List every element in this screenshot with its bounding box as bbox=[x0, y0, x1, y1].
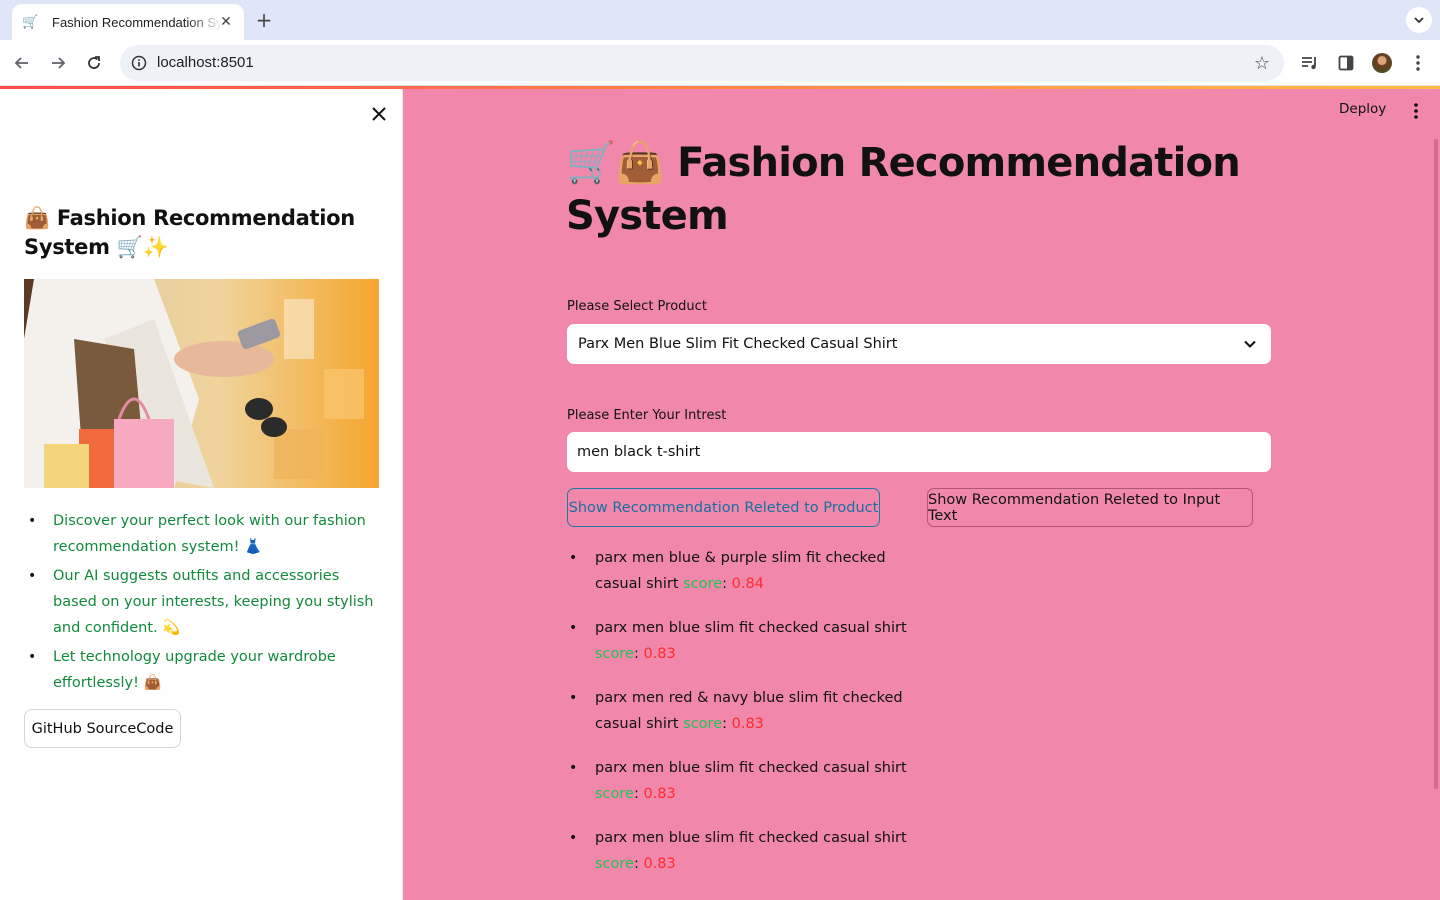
url-text: localhost:8501 bbox=[157, 54, 254, 71]
site-info-icon[interactable] bbox=[130, 54, 148, 72]
score-value: 0.83 bbox=[731, 716, 764, 732]
product-select-value: Parx Men Blue Slim Fit Checked Casual Sh… bbox=[578, 336, 898, 352]
tab-search-icon[interactable] bbox=[1406, 7, 1432, 33]
score-label: score bbox=[595, 646, 634, 662]
sidebar-bullet: Our AI suggests outfits and accessories … bbox=[24, 563, 384, 641]
score-label: score bbox=[683, 716, 723, 732]
score-value: 0.83 bbox=[643, 856, 676, 872]
back-icon[interactable] bbox=[10, 51, 34, 75]
sidebar-title: 👜 Fashion Recommendation System 🛒✨ bbox=[24, 206, 355, 259]
product-select[interactable]: Parx Men Blue Slim Fit Checked Casual Sh… bbox=[567, 324, 1271, 364]
score-value: 0.83 bbox=[643, 786, 676, 802]
interest-input-label: Please Enter Your Intrest bbox=[567, 408, 727, 423]
list-item: parx men blue slim fit checked casual sh… bbox=[567, 825, 927, 877]
browser-toolbar: localhost:8501 ☆ bbox=[0, 40, 1440, 86]
list-item: parx men red & navy blue slim fit checke… bbox=[567, 685, 927, 737]
result-name: parx men blue slim fit checked casual sh… bbox=[595, 620, 907, 636]
close-sidebar-icon[interactable] bbox=[368, 103, 390, 125]
shopping-woman-image bbox=[24, 279, 379, 488]
score-value: 0.83 bbox=[643, 646, 676, 662]
score-label: score bbox=[595, 856, 634, 872]
new-tab-icon[interactable]: + bbox=[252, 8, 276, 32]
tab-title: Fashion Recommendation System bbox=[52, 14, 222, 30]
github-source-button[interactable]: GitHub SourceCode bbox=[24, 709, 181, 748]
close-tab-icon[interactable]: ✕ bbox=[216, 12, 236, 32]
score-value: 0.84 bbox=[731, 576, 764, 592]
page-title: 🛒👜 Fashion Recommendation System bbox=[566, 140, 1241, 239]
scrollbar[interactable] bbox=[1434, 139, 1438, 789]
main-content: Deploy 🛒👜 Fashion Recommendation System … bbox=[403, 89, 1440, 900]
result-name: parx men blue slim fit checked casual sh… bbox=[595, 760, 907, 776]
sidebar: 👜 Fashion Recommendation System 🛒✨ • Dis… bbox=[0, 89, 403, 900]
forward-icon[interactable] bbox=[46, 51, 70, 75]
address-bar[interactable]: localhost:8501 ☆ bbox=[120, 45, 1284, 81]
recommendation-list: parx men blue & purple slim fit checked … bbox=[567, 545, 927, 895]
browser-menu-icon[interactable] bbox=[1406, 51, 1430, 75]
side-panel-icon[interactable] bbox=[1334, 51, 1358, 75]
interest-input[interactable] bbox=[567, 432, 1271, 472]
cart-favicon-icon: 🛒 bbox=[22, 14, 39, 30]
list-item: parx men blue & purple slim fit checked … bbox=[567, 545, 927, 597]
chevron-down-icon bbox=[1243, 336, 1257, 355]
media-controls-icon[interactable] bbox=[1298, 51, 1322, 75]
sidebar-bullet-list: Discover your perfect look with our fash… bbox=[24, 508, 384, 699]
text-recommendation-button[interactable]: Show Recommendation Releted to Input Tex… bbox=[927, 488, 1253, 527]
sidebar-bullet: Let technology upgrade your wardrobe eff… bbox=[24, 644, 384, 696]
list-item: parx men blue slim fit checked casual sh… bbox=[567, 615, 927, 667]
browser-tab[interactable]: 🛒 Fashion Recommendation System ✕ bbox=[12, 4, 244, 40]
list-item: parx men blue slim fit checked casual sh… bbox=[567, 755, 927, 807]
sidebar-bullet: Discover your perfect look with our fash… bbox=[24, 508, 384, 560]
profile-avatar[interactable] bbox=[1372, 53, 1392, 73]
score-label: score bbox=[595, 786, 634, 802]
reload-icon[interactable] bbox=[82, 51, 106, 75]
select-label: Please Select Product bbox=[567, 299, 707, 314]
score-label: score bbox=[683, 576, 723, 592]
result-name: parx men blue slim fit checked casual sh… bbox=[595, 830, 907, 846]
product-recommendation-button[interactable]: Show Recommendation Releted to Product bbox=[567, 488, 880, 527]
bookmark-star-icon[interactable]: ☆ bbox=[1254, 53, 1270, 74]
main-menu-icon[interactable] bbox=[1406, 100, 1426, 122]
browser-tab-bar: 🛒 Fashion Recommendation System ✕ + bbox=[0, 0, 1440, 40]
deploy-button[interactable]: Deploy bbox=[1339, 101, 1386, 117]
